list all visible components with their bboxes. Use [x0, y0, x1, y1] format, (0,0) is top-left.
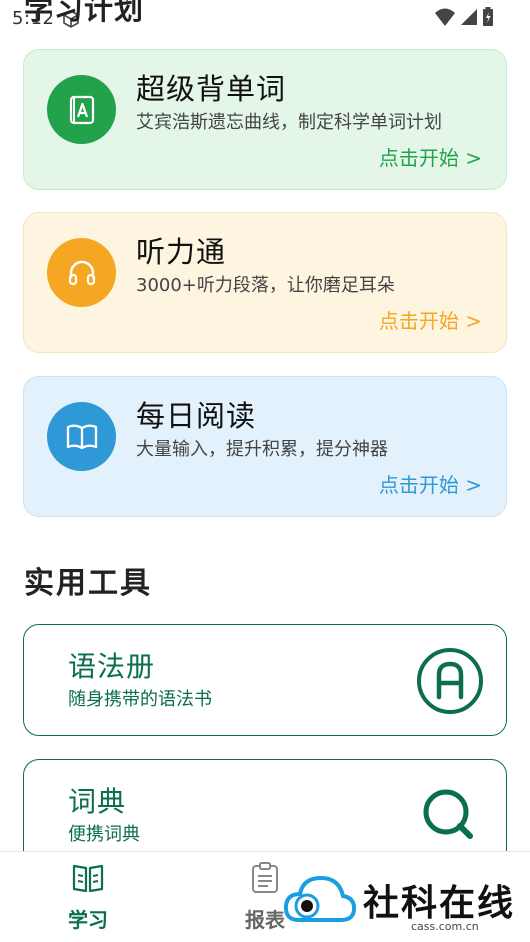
plan-card-title: 听力通	[136, 235, 227, 269]
signal-icon	[461, 9, 477, 25]
plan-card-desc: 3000+听力段落，让你磨足耳朵	[136, 275, 395, 296]
wifi-icon	[435, 8, 455, 26]
plan-card-listening[interactable]: 听力通 3000+听力段落，让你磨足耳朵 点击开始 >	[23, 212, 507, 353]
plan-card-title: 每日阅读	[136, 399, 257, 433]
grammar-a-icon	[417, 648, 483, 714]
open-book-icon	[47, 402, 116, 471]
plan-card-title: 超级背单词	[136, 72, 287, 106]
battery-icon	[483, 7, 493, 26]
plan-card-desc: 艾宾浩斯遗忘曲线，制定科学单词计划	[136, 112, 442, 133]
tool-title: 语法册	[68, 650, 156, 683]
section-title-tools: 实用工具	[24, 566, 152, 601]
plan-card-reading[interactable]: 每日阅读 大量输入，提升积累，提分神器 点击开始 >	[23, 376, 507, 517]
clipboard-icon	[252, 862, 278, 893]
watermark-logo: 社科在线 cass.com.cn	[283, 868, 523, 934]
search-icon	[423, 789, 473, 839]
study-book-icon	[72, 864, 104, 893]
start-button[interactable]: 点击开始 >	[379, 469, 482, 498]
status-icons	[434, 7, 494, 27]
tool-desc: 随身携带的语法书	[68, 689, 212, 710]
tool-card-grammar[interactable]: 语法册 随身携带的语法书	[23, 624, 507, 736]
cloud-eye-logo-icon	[283, 875, 357, 922]
section-title-study-plan: 学习计划	[24, 0, 145, 26]
watermark-subtext: cass.com.cn	[411, 920, 479, 933]
start-button[interactable]: 点击开始 >	[379, 305, 482, 334]
vocab-book-icon	[47, 75, 116, 144]
tool-desc: 便携词典	[68, 824, 140, 845]
plan-card-vocabulary[interactable]: 超级背单词 艾宾浩斯遗忘曲线，制定科学单词计划 点击开始 >	[23, 49, 507, 190]
tab-study[interactable]: 学习	[48, 862, 128, 933]
headphones-icon	[47, 238, 116, 307]
start-button[interactable]: 点击开始 >	[379, 142, 482, 171]
watermark-text: 社科在线	[363, 883, 516, 924]
plan-card-desc: 大量输入，提升积累，提分神器	[136, 439, 388, 460]
tab-study-label: 学习	[68, 908, 108, 932]
tool-title: 词典	[68, 785, 127, 818]
